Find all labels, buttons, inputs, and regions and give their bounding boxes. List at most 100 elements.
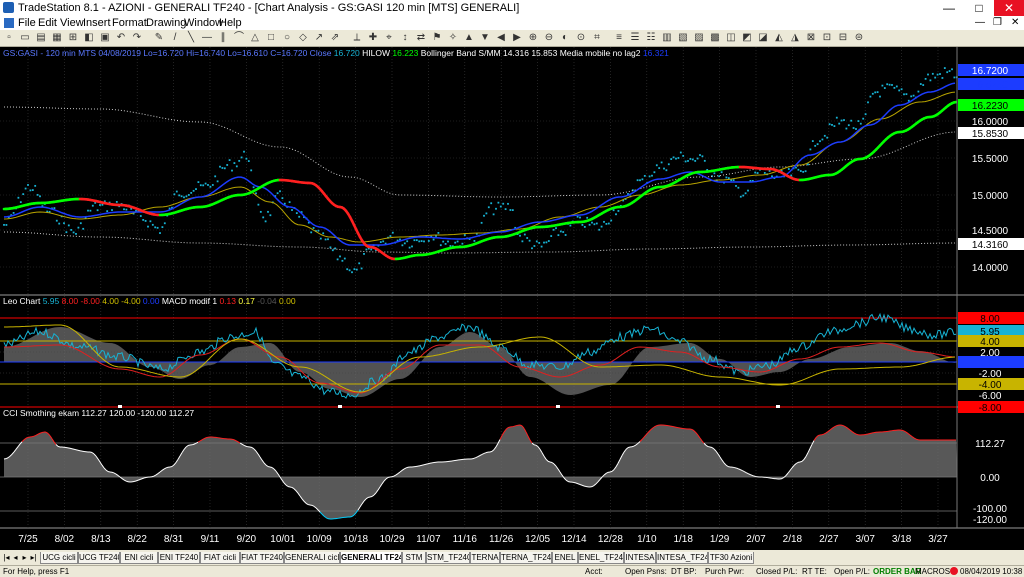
open-icon[interactable]: ▭	[20, 32, 30, 43]
lines-icon[interactable]: ≡	[614, 32, 624, 43]
triangle-icon[interactable]: △	[250, 32, 260, 43]
target-icon[interactable]: ⌖	[384, 32, 394, 43]
box-x-icon[interactable]: ⊠	[806, 32, 816, 43]
cci-segment	[134, 481, 136, 482]
tab-next-icon[interactable]: ▸	[20, 552, 29, 563]
tab-eni-tf240[interactable]: ENI TF240	[158, 552, 200, 564]
arc-icon[interactable]: ⌒	[234, 32, 244, 43]
hatch2-icon[interactable]: ▨	[694, 32, 704, 43]
trendline-icon[interactable]: /	[170, 32, 180, 43]
maximize-button[interactable]: □	[964, 0, 994, 16]
minimize-button[interactable]: —	[934, 0, 964, 16]
tab-ucg-tf240[interactable]: UCG TF240	[78, 552, 120, 564]
document-icon[interactable]	[4, 18, 14, 28]
close-button[interactable]: ✕	[994, 0, 1024, 16]
half-circle-icon[interactable]: ◐	[560, 32, 570, 43]
bars-icon[interactable]: ▥	[662, 32, 672, 43]
arrow-icon[interactable]: ↗	[314, 32, 324, 43]
split2-icon[interactable]: ◩	[742, 32, 752, 43]
fib-fan-icon[interactable]: ⇗	[330, 32, 340, 43]
cci-segment	[424, 464, 426, 465]
tab-intesa-tf240[interactable]: INTESA_TF240	[656, 552, 708, 564]
tri-right-icon[interactable]: ◮	[790, 32, 800, 43]
trigram-icon[interactable]: ☷	[646, 32, 656, 43]
layout-icon[interactable]: ◧	[84, 32, 94, 43]
tri-left-icon[interactable]: ◭	[774, 32, 784, 43]
down-arrow-icon[interactable]: ▼	[480, 32, 490, 43]
hash-icon[interactable]: ⌗	[592, 32, 602, 43]
zoom-in-icon[interactable]: ⊕	[528, 32, 538, 43]
menu-icon[interactable]: ☰	[630, 32, 640, 43]
tab-eni-cicli[interactable]: ENI cicli	[120, 552, 158, 564]
box-minus-icon[interactable]: ⊟	[838, 32, 848, 43]
tab-generali-tf240[interactable]: GENERALI TF240	[340, 552, 402, 564]
menu-drawing[interactable]: Drawing	[146, 16, 186, 30]
diagonal-icon[interactable]: ╲	[186, 32, 196, 43]
split-icon[interactable]: ◫	[726, 32, 736, 43]
tab-terna-tf240[interactable]: TERNA_TF240	[500, 552, 552, 564]
tab-tf30-azioni[interactable]: TF30 Azioni	[708, 552, 754, 564]
ellipse-icon[interactable]: ○	[282, 32, 292, 43]
parallel-icon[interactable]: ∥	[218, 32, 228, 43]
circle-dot-icon[interactable]: ⊙	[576, 32, 586, 43]
zoom-out-icon[interactable]: ⊖	[544, 32, 554, 43]
tab-enel[interactable]: ENEL	[552, 552, 578, 564]
child-restore-icon[interactable]: ❐	[993, 16, 1002, 30]
grid-icon[interactable]: ⊞	[68, 32, 78, 43]
vertical-move-icon[interactable]: ↕	[400, 32, 410, 43]
tab-stm-tf240[interactable]: STM_TF240	[426, 552, 470, 564]
save-icon[interactable]: ▤	[36, 32, 46, 43]
right-arrow-icon[interactable]: ▶	[512, 32, 522, 43]
window-icon[interactable]: ▣	[100, 32, 110, 43]
tab-first-icon[interactable]: |◂	[2, 552, 11, 563]
circle-eq-icon[interactable]: ⊜	[854, 32, 864, 43]
new-icon[interactable]: ▫	[4, 32, 14, 43]
redo-icon[interactable]: ↷	[132, 32, 142, 43]
sparkle-icon[interactable]: ✧	[448, 32, 458, 43]
print-icon[interactable]: ▦	[52, 32, 62, 43]
split3-icon[interactable]: ◪	[758, 32, 768, 43]
menu-view[interactable]: View	[60, 16, 84, 30]
menu-insert[interactable]: Insert	[83, 16, 111, 30]
price-dot	[870, 96, 872, 98]
tab-stm[interactable]: STM	[402, 552, 426, 564]
pencil-icon[interactable]: ✎	[154, 32, 164, 43]
diamond-icon[interactable]: ◇	[298, 32, 308, 43]
menu-file[interactable]: File	[18, 16, 36, 30]
menu-format[interactable]: Format	[112, 16, 147, 30]
perpendicular-icon[interactable]: ⟂	[352, 32, 362, 43]
menu-help[interactable]: Help	[219, 16, 242, 30]
tab-enel-tf240[interactable]: ENEL_TF240	[578, 552, 624, 564]
up-arrow-icon[interactable]: ▲	[464, 32, 474, 43]
crosshair-icon[interactable]: ✚	[368, 32, 378, 43]
tab-fiat-tf240[interactable]: FIAT TF240	[240, 552, 284, 564]
chart-canvas[interactable]: GS:GASI - 120 min MTS 04/08/2019 Lo=16.7…	[0, 47, 1024, 550]
chart-analysis-window[interactable]: GS:GASI - 120 min MTS 04/08/2019 Lo=16.7…	[0, 47, 1024, 550]
tab-terna[interactable]: TERNA	[470, 552, 500, 564]
child-close-icon[interactable]: ✕	[1011, 16, 1019, 30]
box-dot-icon[interactable]: ⊡	[822, 32, 832, 43]
tab-last-icon[interactable]: ▸|	[29, 552, 38, 563]
tab-fiat-cicli[interactable]: FIAT cicli	[200, 552, 240, 564]
menu-edit[interactable]: Edit	[38, 16, 57, 30]
hatch-icon[interactable]: ▧	[678, 32, 688, 43]
tab-intesa[interactable]: INTESA	[624, 552, 656, 564]
price-dot	[200, 184, 202, 186]
tab-generali-cicli[interactable]: GENERALI cicli	[284, 552, 340, 564]
price-dot	[644, 175, 646, 177]
left-arrow-icon[interactable]: ◀	[496, 32, 506, 43]
tab-prev-icon[interactable]: ◂	[11, 552, 20, 563]
closed-pl-label: Closed P/L:	[756, 566, 797, 577]
macros-button[interactable]: MACROS	[915, 566, 950, 577]
price-dot	[538, 242, 540, 244]
tab-ucg-cicli[interactable]: UCG cicli	[40, 552, 78, 564]
flag-icon[interactable]: ⚑	[432, 32, 442, 43]
child-minimize-icon[interactable]: —	[975, 16, 985, 30]
rectangle-icon[interactable]: □	[266, 32, 276, 43]
dense-icon[interactable]: ▩	[710, 32, 720, 43]
price-dot	[298, 216, 300, 218]
swap-icon[interactable]: ⇄	[416, 32, 426, 43]
undo-icon[interactable]: ↶	[116, 32, 126, 43]
horizontal-line-icon[interactable]: ―	[202, 32, 212, 43]
menu-window[interactable]: Window	[184, 16, 223, 30]
